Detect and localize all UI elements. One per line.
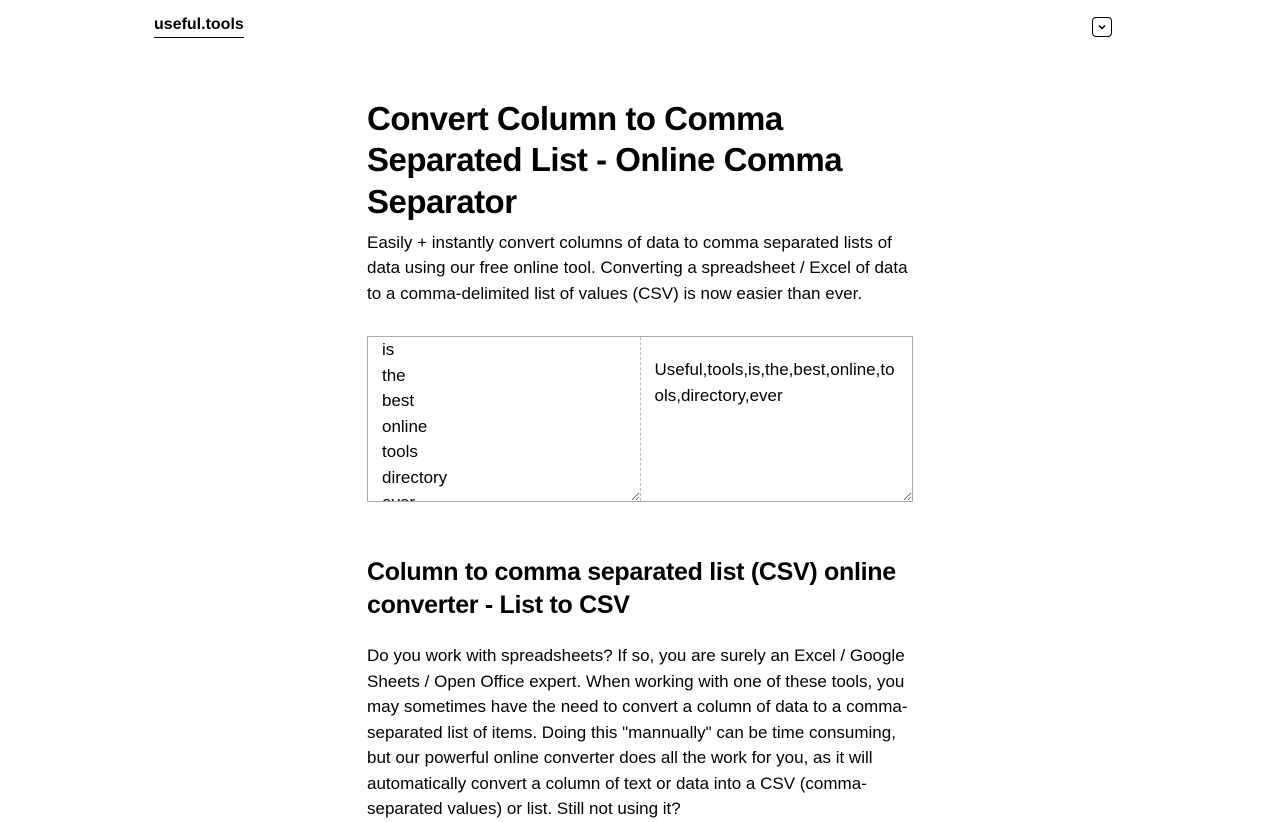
menu-dropdown-button[interactable] <box>1092 17 1112 37</box>
main-content: Convert Column to Comma Separated List -… <box>367 54 913 822</box>
page-title: Convert Column to Comma Separated List -… <box>367 98 913 222</box>
converter-input[interactable] <box>368 337 641 501</box>
logo[interactable]: useful.tools <box>154 16 244 38</box>
section-body: Do you work with spreadsheets? If so, yo… <box>367 643 913 822</box>
chevron-down-icon <box>1097 22 1107 32</box>
section-heading: Column to comma separated list (CSV) onl… <box>367 556 913 621</box>
converter-output[interactable] <box>641 337 913 501</box>
header: useful.tools <box>0 0 1280 54</box>
converter-box <box>367 336 913 502</box>
page-subtitle: Easily + instantly convert columns of da… <box>367 230 913 307</box>
